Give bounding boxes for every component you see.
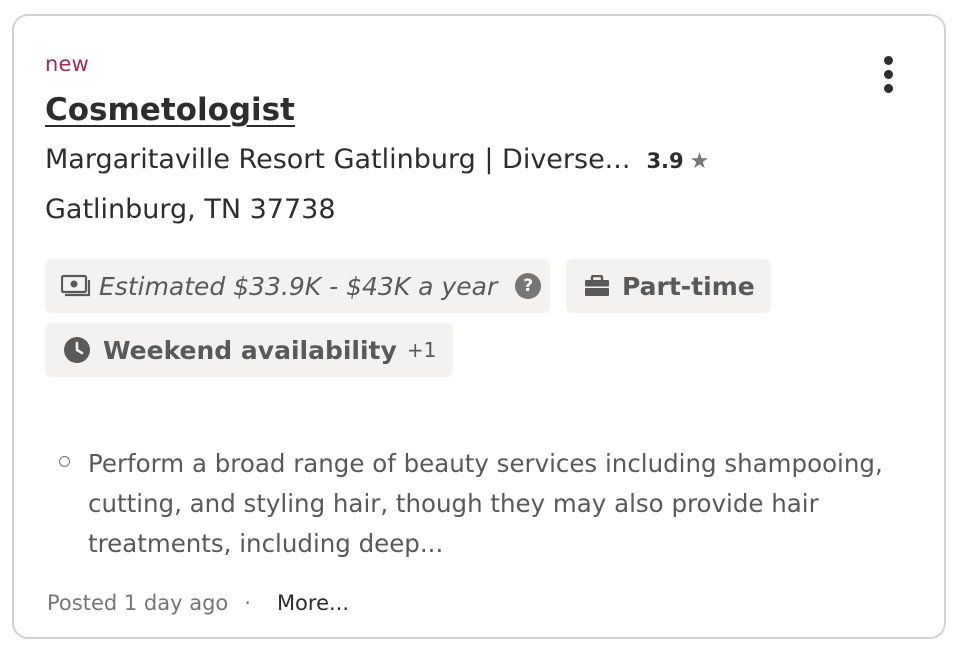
- more-attributes-count: +1: [406, 338, 437, 362]
- card-footer: Posted 1 day ago · More...: [47, 591, 349, 615]
- job-location: Gatlinburg, TN 37738: [45, 194, 336, 225]
- job-snippet-text: Perform a broad range of beauty services…: [88, 449, 883, 558]
- job-snippet: Perform a broad range of beauty services…: [59, 444, 899, 564]
- job-type-label: Part-time: [622, 271, 755, 301]
- shift-label: Weekend availability: [103, 335, 397, 365]
- kebab-menu-icon[interactable]: [878, 54, 900, 96]
- star-icon: ★: [689, 149, 710, 174]
- posted-date: Posted 1 day ago: [47, 591, 229, 615]
- salary-estimate: Estimated $33.9K - $43K a year: [99, 271, 498, 301]
- separator: ·: [244, 591, 251, 615]
- briefcase-icon: [585, 275, 609, 296]
- new-badge: new: [45, 52, 90, 76]
- company-rating: 3.9: [646, 149, 684, 173]
- circle-bullet-icon: [59, 456, 70, 467]
- company-name: Margaritaville Resort Gatlinburg | Diver…: [45, 144, 631, 175]
- company-row: Margaritaville Resort Gatlinburg | Diver…: [45, 144, 709, 175]
- job-type-chip: Part-time: [566, 259, 771, 313]
- more-link[interactable]: More...: [277, 591, 349, 615]
- job-card[interactable]: new Cosmetologist Margaritaville Resort …: [12, 14, 946, 639]
- salary-chip: Estimated $33.9K - $43K a year ?: [45, 259, 550, 313]
- job-title[interactable]: Cosmetologist: [45, 92, 295, 128]
- shift-chip: Weekend availability +1: [45, 323, 453, 377]
- clock-icon: [64, 337, 90, 363]
- help-circle-icon[interactable]: ?: [515, 273, 542, 299]
- money-icon: [61, 274, 91, 297]
